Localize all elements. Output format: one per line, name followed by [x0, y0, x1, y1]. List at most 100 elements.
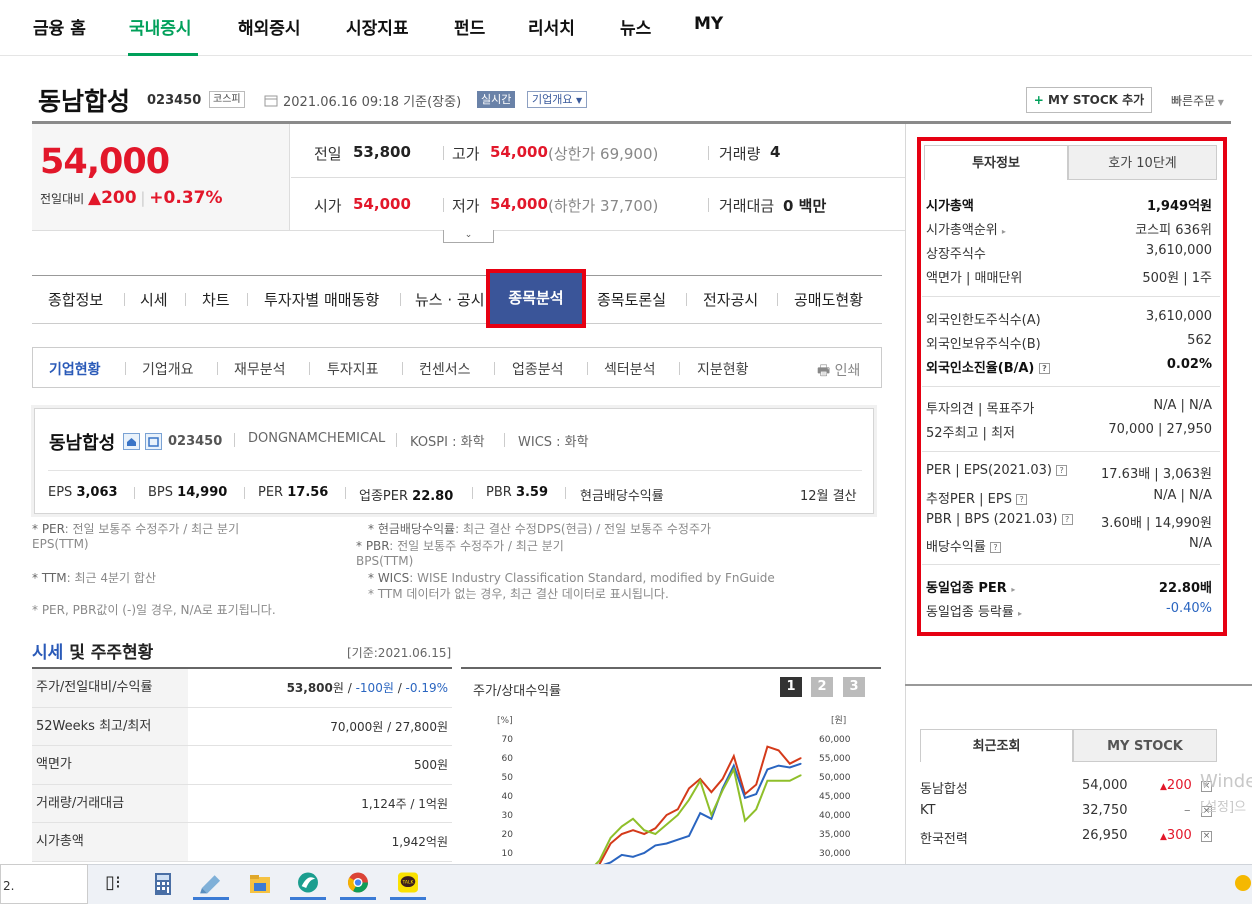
svg-text:TALK: TALK: [402, 879, 415, 885]
nav-domestic-stock[interactable]: 국내증시: [129, 14, 192, 39]
chart-period-1-button[interactable]: 1: [780, 677, 802, 697]
subtab-company-status[interactable]: 기업현황: [49, 359, 101, 379]
tab-news-disclosure[interactable]: 뉴스 · 공시: [415, 289, 485, 310]
recent-item[interactable]: 한국전력 26,950 ▲300 ×: [920, 828, 1220, 847]
series-point: [654, 833, 656, 835]
price-return-chart: [%] [원] 70 60 50 40 30 20 10 60,000 55,000 50,000 45…: [497, 715, 851, 864]
chart-period-3-button[interactable]: 3: [843, 677, 865, 697]
quote-datetime: 2021.06.16 09:18 기준(장중): [283, 95, 462, 110]
tab-my-stock[interactable]: MY STOCK: [1073, 729, 1217, 762]
calculator-icon[interactable]: [145, 868, 181, 900]
tab-order-book[interactable]: 호가 10단계: [1068, 145, 1217, 180]
subtab-company-overview[interactable]: 기업개요: [142, 359, 194, 379]
row-value: 1,942억원: [391, 835, 448, 849]
series-point: [621, 833, 623, 835]
recent-item[interactable]: 동남합성 54,000 ▲200 ×: [920, 778, 1220, 797]
nav-research[interactable]: 리서치: [528, 14, 575, 39]
kakaotalk-icon[interactable]: TALK: [390, 868, 426, 900]
help-icon[interactable]: ?: [1038, 363, 1050, 374]
y-left-tick-label: 50: [502, 773, 514, 783]
subtab-financial-analysis[interactable]: 재무분석: [234, 359, 286, 379]
subtab-sector-analysis[interactable]: 섹터분석: [604, 359, 656, 379]
quick-order-link[interactable]: 빠른주문 ▼: [1171, 92, 1224, 109]
tab-discussion[interactable]: 종목토론실: [597, 289, 666, 310]
side-row-industry-per[interactable]: 동일업종 PER ▸ 22.80배: [926, 577, 1212, 596]
building-icon[interactable]: [145, 433, 162, 450]
help-icon[interactable]: ?: [1016, 494, 1028, 505]
tab-short-selling[interactable]: 공매도현황: [794, 289, 863, 310]
file-explorer-icon[interactable]: [242, 868, 278, 900]
taskbar-search-box[interactable]: 2.: [0, 864, 88, 904]
settlement-month: 12월 결산: [800, 489, 857, 504]
side-row-market-cap: 시가총액 1,949억원: [926, 199, 1212, 214]
tab-price[interactable]: 시세: [140, 289, 168, 310]
close-icon[interactable]: ×: [1201, 831, 1212, 842]
table-row: 액면가 500원: [32, 746, 452, 785]
nav-finance-home[interactable]: 금융 홈: [33, 14, 86, 39]
y-left-tick-label: 70: [502, 735, 514, 745]
realtime-badge[interactable]: 실시간: [477, 91, 516, 108]
subtab-industry-analysis[interactable]: 업종분석: [512, 359, 564, 379]
add-my-stock-button[interactable]: + MY STOCK 추가: [1026, 87, 1152, 113]
change-label: 전일대비: [40, 192, 85, 206]
company-name: 동남합성: [49, 433, 116, 454]
prev-close-label: 전일: [314, 145, 342, 163]
open-label: 시가: [314, 197, 342, 215]
series-point: [699, 812, 701, 814]
corp-info-dropdown[interactable]: 기업개요 ▼: [527, 91, 588, 108]
series-point: [710, 814, 712, 816]
metric-eps: EPS 3,063: [48, 485, 118, 500]
table-row: 거래량/거래대금 1,124주 / 1억원: [32, 784, 452, 823]
task-view-icon[interactable]: ▯⁝: [95, 868, 131, 900]
tab-chart[interactable]: 차트: [202, 289, 230, 310]
print-button[interactable]: 🖶 인쇄: [817, 360, 860, 384]
metric-value: 3,063: [76, 485, 118, 500]
metric-label: EPS: [48, 485, 73, 500]
subtab-consensus[interactable]: 컨센서스: [419, 359, 471, 379]
subtab-investment-index[interactable]: 투자지표: [327, 359, 379, 379]
tab-e-disclosure[interactable]: 전자공시: [703, 289, 758, 310]
note-dividend: * 현금배당수익률: 최근 결산 수정DPS(현금) / 전일 보통주 수정주가: [368, 522, 712, 536]
tab-recent-viewed[interactable]: 최근조회: [920, 729, 1073, 762]
table-row: 주가/전일대비/수익률 53,800원 / -100원 / -0.19%: [32, 669, 452, 708]
low-label: 저가: [452, 197, 480, 215]
nav-overseas-stock[interactable]: 해외증시: [238, 14, 301, 39]
tab-investment-info[interactable]: 투자정보: [924, 145, 1068, 180]
metric-label: 업종PER: [359, 489, 409, 504]
chrome-icon[interactable]: [340, 868, 376, 900]
expand-toggle[interactable]: ⌄: [443, 230, 494, 243]
nav-market-index[interactable]: 시장지표: [346, 14, 409, 39]
tab-overview[interactable]: 종합정보: [48, 289, 103, 310]
subtab-shareholding[interactable]: 지분현황: [697, 359, 749, 379]
row-label: 주가/전일대비/수익률: [32, 669, 188, 707]
print-label: 인쇄: [834, 363, 861, 379]
side-row-market-cap-rank[interactable]: 시가총액순위 ▸ 코스피 636위: [926, 219, 1212, 238]
y-left-tick-label: 20: [502, 830, 514, 840]
tab-stock-analysis[interactable]: 종목분석: [486, 269, 586, 328]
side-row-industry-change[interactable]: 동일업종 등락률 ▸ -0.40%: [926, 601, 1212, 620]
help-icon[interactable]: ?: [1061, 514, 1073, 525]
nav-fund[interactable]: 펀드: [454, 14, 485, 39]
paint-app-icon[interactable]: [193, 868, 229, 900]
series-point: [610, 842, 612, 845]
series-point: [744, 820, 746, 822]
note-per: * PER: 전일 보통주 수정주가 / 최근 분기 EPS(TTM): [32, 522, 240, 551]
stock-code: 023450: [147, 93, 202, 108]
tab-investor-trend[interactable]: 투자자별 매매동향: [264, 289, 379, 310]
y-right-unit: [원]: [831, 715, 846, 726]
series-point: [643, 829, 645, 831]
metric-value: 3.59: [515, 485, 549, 500]
kospi-industry: KOSPI : 화학: [410, 435, 485, 450]
app-swirl-icon[interactable]: [290, 868, 326, 900]
row-label: 액면가: [32, 746, 188, 784]
chart-period-2-button[interactable]: 2: [811, 677, 833, 697]
notification-orb-icon[interactable]: [1233, 874, 1252, 892]
nav-news[interactable]: 뉴스: [620, 14, 651, 39]
home-icon[interactable]: [123, 433, 140, 450]
nav-my[interactable]: MY: [694, 14, 723, 34]
help-icon[interactable]: ?: [989, 542, 1001, 553]
series-point: [789, 763, 791, 765]
recent-item[interactable]: KT 32,750 – ×: [920, 803, 1220, 818]
help-icon[interactable]: ?: [1056, 465, 1068, 476]
series-point: [755, 784, 757, 786]
